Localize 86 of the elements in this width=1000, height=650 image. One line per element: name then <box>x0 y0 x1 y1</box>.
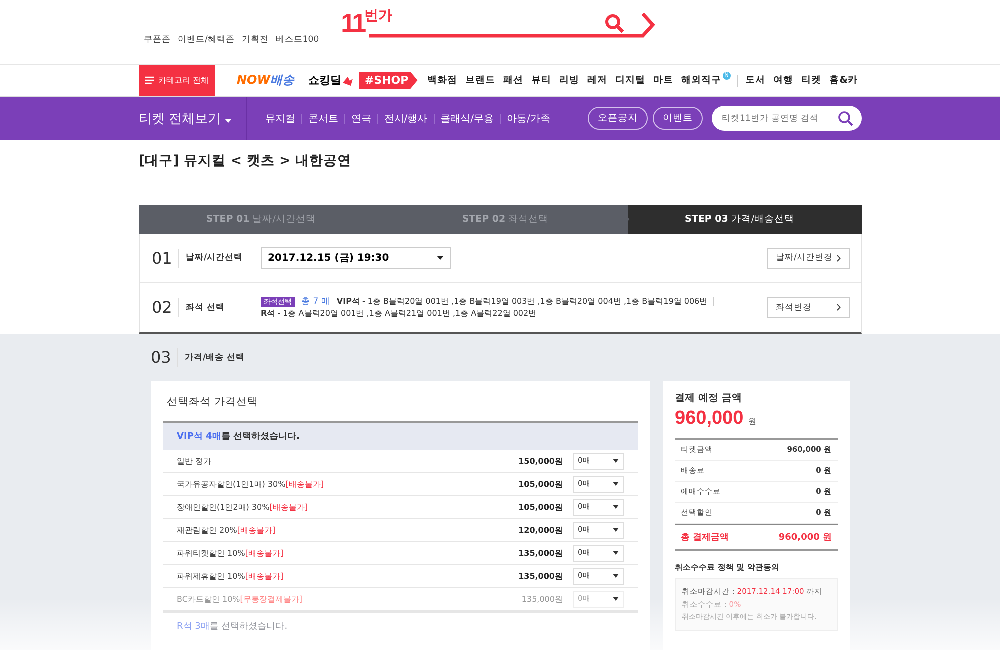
deal-logo[interactable]: 쇼킹딜 <box>308 73 342 88</box>
row-label: 좌석 선택 <box>186 302 226 314</box>
seat-list: VIP석 - 1층 B블럭20열 001번 ,1층 B블럭19열 003번 ,1층 B블럭20열 004번 ,1층 B블럭19열 006번 <box>336 296 708 306</box>
caret-icon <box>613 482 619 486</box>
logo-number[interactable]: 11 <box>341 8 365 38</box>
price-value: 120,000원 <box>518 524 563 536</box>
genre-link[interactable]: 클래식/무용 <box>440 112 494 126</box>
payment-amount: 960,000 <box>675 408 744 430</box>
price-value: 150,000원 <box>518 456 563 466</box>
price-value: 135,000원 <box>518 570 563 582</box>
step-label: STEP 01 날짜/시간선택 <box>206 213 316 226</box>
shop-menu-item[interactable]: 브랜드 <box>466 74 496 87</box>
logo-text[interactable]: 번가 <box>364 8 393 24</box>
notice-button[interactable]: 오픈공지 <box>588 107 648 130</box>
change-seat-button[interactable]: 좌석변경 <box>767 297 850 318</box>
caret-icon <box>613 574 619 578</box>
delivery-logo[interactable]: NOW배송 <box>237 72 294 89</box>
search-field[interactable]: 티켓11번가 공연명 검색 <box>712 106 862 131</box>
top-link[interactable]: 기획전 <box>242 34 269 46</box>
shop-menu-item[interactable]: 해외직구 <box>682 74 722 87</box>
category-button[interactable]: 카테고리 전체 <box>139 65 215 96</box>
chevron-icon <box>837 254 841 262</box>
policy-title: 취소수수료 정책 및 약관동의 <box>675 562 780 573</box>
currency-unit: 원 <box>748 416 757 427</box>
menu-item[interactable]: 홈&카 <box>830 74 858 87</box>
caret-icon <box>437 256 444 260</box>
top-link[interactable]: 쿠폰존 <box>144 34 171 46</box>
seat-list: R석 - 1층 A블럭20열 001번 ,1층 A블럭21열 001번 ,1층 A블럭22열 002번 <box>261 308 537 318</box>
menu-item[interactable]: 티켓 <box>802 74 822 87</box>
caret-icon <box>225 118 232 122</box>
date-select[interactable]: 2017.12.15 (금) 19:30 <box>261 247 451 269</box>
shop-badge[interactable]: #SHOP <box>358 72 418 89</box>
shop-menu-item[interactable]: 마트 <box>654 74 674 87</box>
step-label: STEP 02 좌석선택 <box>462 213 549 226</box>
ticket-all-dropdown[interactable]: 티켓 전체보기 <box>139 97 248 140</box>
change-date-button[interactable]: 날짜/시간변경 <box>767 248 850 268</box>
caret-icon <box>613 459 619 463</box>
genre-link[interactable]: 뮤지컬 <box>265 112 296 126</box>
price-option: 국가유공자할인(1인1매) 30%[배송불가] <box>177 478 519 490</box>
total-label: 총 결제금액 <box>681 532 730 544</box>
price-option: BC카드할인 10%[무통장결제불가] <box>177 594 522 604</box>
genre-link[interactable]: 아동/가족 <box>507 112 550 126</box>
step-number: 03 <box>151 348 178 367</box>
page-title: [대구] 뮤지컬 < 캣츠 > 내한공연 <box>139 152 352 170</box>
menu-icon <box>145 76 154 85</box>
genre-link[interactable]: 콘서트 <box>308 112 338 126</box>
caret-icon <box>613 551 619 555</box>
price-option: 파워티켓할인 10%[배송불가] <box>177 548 519 558</box>
step-number: 01 <box>152 248 179 268</box>
menu-item[interactable]: 도서 <box>746 74 766 87</box>
menu-item[interactable]: 여행 <box>774 74 794 87</box>
caret-icon <box>613 528 619 532</box>
price-value: 135,000원 <box>522 594 563 604</box>
grade-heading: VIP석 4매를 선택하셨습니다. <box>163 421 638 450</box>
shop-menu-item[interactable]: 리빙 <box>560 74 580 87</box>
top-link[interactable]: 이벤트/혜택존 <box>178 34 235 46</box>
row-label: 가격/배송 선택 <box>185 352 246 364</box>
shop-menu-item[interactable]: 패션 <box>504 74 524 87</box>
price-option: 일반 정가 <box>177 456 519 466</box>
shop-menu-item[interactable]: 백화점 <box>428 74 458 87</box>
card-title: 선택좌석 가격선택 <box>166 395 260 410</box>
search-bar-line-icon[interactable] <box>367 10 658 40</box>
caret-icon <box>613 597 619 601</box>
price-option: 장애인할인(1인2매) 30%[배송불가] <box>177 502 519 512</box>
top-link[interactable]: 베스트100 <box>276 34 320 46</box>
row-label: 날짜/시간선택 <box>186 252 244 264</box>
total-value: 960,000 원 <box>778 532 832 544</box>
price-option: 파워제휴할인 10%[배송불가] <box>177 570 519 582</box>
genre-link[interactable]: 전시/행사 <box>384 112 428 126</box>
shop-menu-item[interactable]: 뷰티 <box>532 74 552 87</box>
price-value: 105,000원 <box>518 502 563 512</box>
search-icon[interactable] <box>838 111 854 127</box>
notice-button[interactable]: 이벤트 <box>653 107 703 130</box>
price-option: 재관람할인 20%[배송불가] <box>177 524 519 536</box>
caret-icon <box>613 505 619 509</box>
step-number: 02 <box>152 298 179 317</box>
price-value: 105,000원 <box>518 478 563 490</box>
payment-title: 결제 예정 금액 <box>675 392 743 405</box>
spark-icon <box>342 74 354 86</box>
price-value: 135,000원 <box>518 548 563 558</box>
shop-menu-item[interactable]: 레저 <box>588 74 608 87</box>
seat-count: 총 7 매 <box>302 296 330 306</box>
shop-menu-item[interactable]: 디지털 <box>616 74 646 87</box>
step-label: STEP 03 가격/배송선택 <box>685 213 795 226</box>
genre-link[interactable]: 연극 <box>351 112 372 126</box>
chevron-icon <box>837 304 841 311</box>
